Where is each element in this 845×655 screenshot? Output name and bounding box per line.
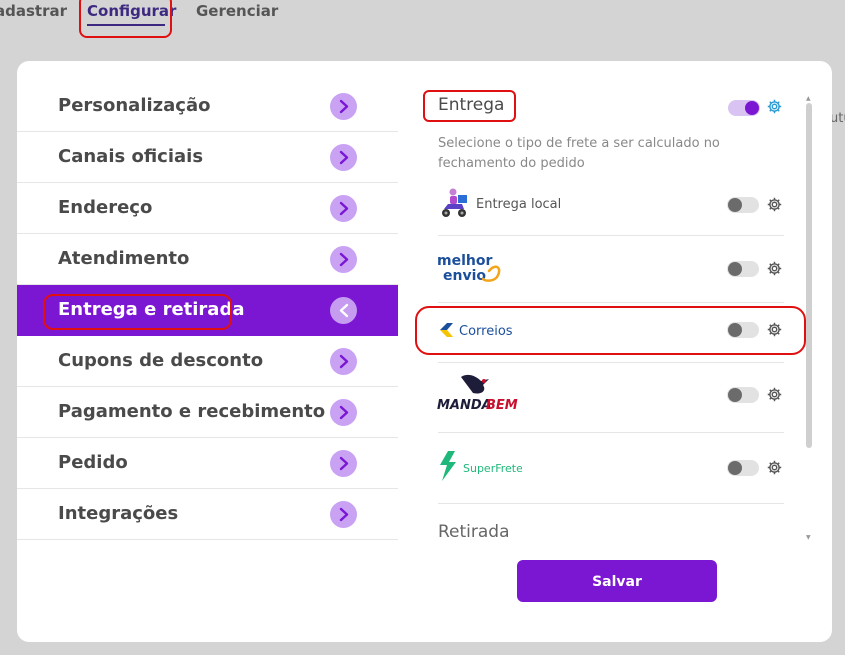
menu-item-label: Pagamento e recebimento [58, 401, 326, 422]
chevron-right-icon [330, 246, 357, 273]
menu-item-label: Cupons de desconto [58, 350, 264, 371]
row-divider [438, 302, 784, 303]
menu-item-label: Endereço [58, 197, 153, 218]
save-button[interactable]: Salvar [517, 560, 717, 602]
toggle-knob [728, 198, 742, 212]
svg-text:SuperFrete: SuperFrete [463, 462, 522, 475]
menu-item-canais-oficiais[interactable]: Canais oficiais [17, 132, 398, 183]
section-title-retirada: Retirada [438, 522, 510, 542]
chevron-right-icon [330, 144, 357, 171]
annotation-highlight-entrega [423, 90, 516, 122]
gear-icon[interactable] [766, 459, 783, 476]
tab-gerenciar[interactable]: Gerenciar [196, 2, 278, 20]
row-divider [438, 235, 784, 236]
scroll-down-arrow-icon[interactable]: ▼ [806, 534, 811, 541]
menu-item-cupons-de-desconto[interactable]: Cupons de desconto [17, 336, 398, 387]
menu-item-personalizacao[interactable]: Personalização [17, 81, 398, 132]
scrollbar-thumb[interactable] [806, 103, 812, 448]
menu-item-label: Integrações [58, 503, 179, 524]
carrier-name-entrega-local: Entrega local [476, 197, 562, 212]
chevron-right-icon [330, 399, 357, 426]
row-divider [438, 362, 784, 363]
annotation-highlight-entrega-e-retirada [43, 294, 232, 330]
scroll-up-arrow-icon[interactable]: ▲ [806, 95, 811, 102]
entrega-toggle[interactable] [728, 100, 760, 116]
superfrete-logo: SuperFrete [440, 451, 522, 481]
svg-text:envio: envio [443, 268, 486, 284]
toggle-knob [728, 388, 742, 402]
mandabem-logo: MANDA BEM [437, 374, 518, 413]
menu-item-label: Canais oficiais [58, 146, 204, 167]
gear-icon[interactable] [766, 196, 783, 213]
gear-icon[interactable] [766, 260, 783, 277]
toggle-knob [728, 461, 742, 475]
menu-item-pagamento-e-recebimento[interactable]: Pagamento e recebimento [17, 387, 398, 438]
gear-icon[interactable] [766, 98, 783, 115]
menu-item-label: Pedido [58, 452, 128, 473]
toggle-knob [728, 262, 742, 276]
top-navigation: Cadastrar Configurar Gerenciar [0, 0, 845, 38]
svg-text:MANDA: MANDA [437, 398, 492, 413]
menu-item-pedido[interactable]: Pedido [17, 438, 398, 489]
chevron-left-icon [330, 297, 357, 324]
entrega-description: Selecione o tipo de frete a ser calculad… [438, 136, 720, 171]
superfrete-toggle[interactable] [727, 460, 759, 476]
entrega-settings-panel: Entrega Selecione o tipo de frete a ser … [398, 61, 832, 642]
chevron-right-icon [330, 195, 357, 222]
gear-icon[interactable] [766, 386, 783, 403]
svg-text:BEM: BEM [486, 398, 518, 413]
chevron-right-icon [330, 93, 357, 120]
menu-item-label: Atendimento [58, 248, 190, 269]
annotation-highlight-correios [415, 306, 806, 355]
background-partial-text: utu [830, 111, 845, 126]
menu-item-atendimento[interactable]: Atendimento [17, 234, 398, 285]
chevron-right-icon [330, 450, 357, 477]
chevron-right-icon [330, 501, 357, 528]
menu-divider [17, 539, 398, 540]
melhor-envio-logo: melhor envio [437, 253, 501, 284]
mandabem-toggle[interactable] [727, 387, 759, 403]
toggle-knob [745, 101, 759, 115]
settings-menu-panel: Personalização Canais oficiais Endereço … [17, 61, 398, 642]
menu-item-endereco[interactable]: Endereço [17, 183, 398, 234]
svg-text:melhor: melhor [437, 253, 492, 269]
menu-item-label: Personalização [58, 95, 211, 116]
entrega-local-toggle[interactable] [727, 197, 759, 213]
row-divider [438, 503, 784, 504]
delivery-scooter-icon [442, 188, 467, 217]
melhor-envio-toggle[interactable] [727, 261, 759, 277]
row-divider [438, 432, 784, 433]
menu-item-integracoes[interactable]: Integrações [17, 489, 398, 540]
tab-cadastrar[interactable]: Cadastrar [0, 2, 67, 20]
chevron-right-icon [330, 348, 357, 375]
annotation-highlight-configurar [79, 0, 172, 38]
